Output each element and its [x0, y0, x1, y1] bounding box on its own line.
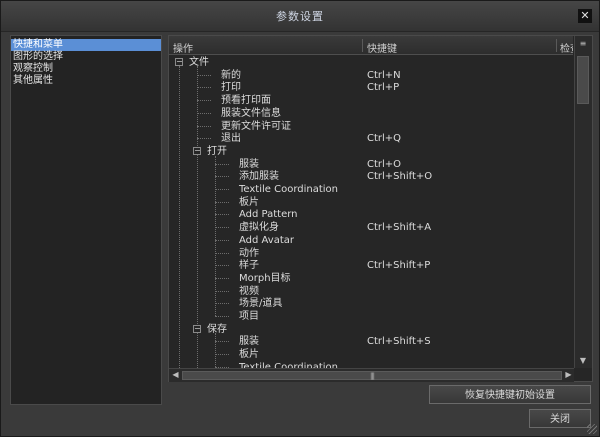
action-label: 项目	[239, 311, 259, 322]
table-row[interactable]: − 保存	[169, 323, 573, 336]
scroll-left-icon[interactable]: ◀	[171, 370, 180, 380]
table-row[interactable]: 新的 Ctrl+N	[169, 69, 573, 82]
table-row[interactable]: 动作	[169, 247, 573, 260]
action-label: Morph目标	[239, 272, 291, 284]
action-label: 退出	[221, 133, 241, 145]
table-row[interactable]: Morph目标	[169, 272, 573, 285]
dialog-title: 参数设置	[276, 10, 324, 23]
action-label: 添加服装	[239, 171, 279, 183]
preferences-dialog: 参数设置 ✕ 快捷和菜单图形的选择观察控制其他属性 操作 快捷键 检查 −文件新…	[0, 0, 600, 437]
table-row[interactable]: Add Pattern	[169, 208, 573, 221]
action-label: 新的	[221, 69, 241, 81]
table-row[interactable]: − 文件	[169, 56, 573, 69]
column-header-shortcut[interactable]: 快捷键	[367, 40, 397, 54]
action-label: 打开	[207, 145, 227, 157]
table-row[interactable]: 退出 Ctrl+Q	[169, 132, 573, 145]
action-label: 虚拟化身	[239, 222, 279, 234]
table-row[interactable]: 服装文件信息	[169, 107, 573, 120]
shortcut-table: 操作 快捷键 检查 −文件新的Ctrl+N打印Ctrl+P预看打印面服装文件信息…	[168, 35, 593, 382]
category-item[interactable]: 观察控制	[11, 63, 161, 75]
action-label: Add Pattern	[239, 209, 298, 221]
action-label: 更新文件许可证	[221, 120, 291, 132]
table-row[interactable]: Add Avatar	[169, 234, 573, 247]
scroll-grip-icon: |||	[369, 372, 375, 380]
shortcut-value[interactable]: Ctrl+Q	[367, 132, 401, 145]
shortcut-value[interactable]: Ctrl+Shift+P	[367, 259, 430, 272]
column-divider[interactable]	[556, 39, 557, 52]
close-button[interactable]: 关闭	[529, 409, 591, 428]
category-item[interactable]: 其他属性	[11, 75, 161, 87]
action-label: 场景/道具	[239, 298, 283, 310]
table-row[interactable]: Textile Coordination	[169, 183, 573, 196]
action-label: Textile Coordination	[239, 361, 339, 368]
table-row[interactable]: 更新文件许可证	[169, 120, 573, 133]
column-divider[interactable]	[362, 39, 363, 52]
scroll-down-icon[interactable]: ▼	[578, 356, 588, 366]
table-row[interactable]: 打印 Ctrl+P	[169, 81, 573, 94]
shortcut-value[interactable]: Ctrl+P	[367, 81, 399, 94]
shortcut-value[interactable]: Ctrl+O	[367, 158, 401, 171]
table-row[interactable]: Textile Coordination	[169, 361, 573, 368]
action-label: 视频	[239, 285, 259, 297]
shortcut-value[interactable]: Ctrl+Shift+S	[367, 335, 431, 348]
reset-shortcuts-button[interactable]: 恢复快捷键初始设置	[429, 385, 591, 404]
action-label: 保存	[207, 323, 227, 335]
action-label: 服装文件信息	[221, 107, 281, 119]
table-row[interactable]: − 打开	[169, 145, 573, 158]
title-bar[interactable]: 参数设置 ✕	[1, 1, 599, 32]
table-header: 操作 快捷键 检查	[169, 36, 573, 55]
collapse-icon[interactable]: −	[193, 324, 201, 333]
table-row[interactable]: 视频	[169, 285, 573, 298]
table-row[interactable]: 虚拟化身 Ctrl+Shift+A	[169, 221, 573, 234]
table-row[interactable]: 样子 Ctrl+Shift+P	[169, 259, 573, 272]
vertical-scrollbar[interactable]: ≡ ▼	[574, 36, 592, 368]
action-label: Textile Coordination	[239, 184, 339, 195]
action-label: 打印	[221, 82, 241, 94]
action-label: 动作	[239, 247, 259, 259]
category-list: 快捷和菜单 图形的选择 观察控制 其他属性	[10, 35, 162, 405]
shortcut-value[interactable]: Ctrl+Shift+A	[367, 221, 431, 234]
column-header-check[interactable]: 检查	[560, 40, 573, 54]
table-row[interactable]: 项目	[169, 310, 573, 323]
category-item[interactable]: 快捷和菜单	[11, 39, 161, 51]
close-icon[interactable]: ✕	[578, 9, 592, 23]
column-header-action[interactable]: 操作	[173, 40, 193, 54]
shortcut-value[interactable]: Ctrl+Shift+O	[367, 170, 432, 183]
action-label: 预看打印面	[221, 95, 271, 107]
vertical-scroll-thumb[interactable]	[577, 56, 589, 104]
shortcut-value[interactable]: Ctrl+N	[367, 69, 401, 82]
table-row[interactable]: 服装 Ctrl+Shift+S	[169, 335, 573, 348]
table-row[interactable]: 添加服装 Ctrl+Shift+O	[169, 170, 573, 183]
category-item[interactable]: 图形的选择	[11, 51, 161, 63]
table-body: − 文件 新的 Ctrl+N 打印 Ctrl+P 预看打印面 服装文件信息 更新文件许可证 退出 C…	[169, 56, 573, 368]
action-label: 服装	[239, 336, 259, 348]
action-label: 服装	[239, 158, 259, 170]
action-label: 板片	[239, 196, 259, 208]
action-label: 文件	[189, 57, 209, 68]
table-row[interactable]: 场景/道具	[169, 297, 573, 310]
scroll-right-icon[interactable]: ▶	[564, 370, 573, 380]
action-label: 板片	[239, 349, 259, 361]
collapse-icon[interactable]: −	[175, 58, 183, 66]
table-row[interactable]: 板片	[169, 348, 573, 361]
action-label: Add Avatar	[239, 234, 294, 246]
table-row[interactable]: 服装 Ctrl+O	[169, 158, 573, 171]
table-row[interactable]: 板片	[169, 196, 573, 209]
resize-grip-icon[interactable]	[587, 424, 597, 434]
table-row[interactable]: 预看打印面	[169, 94, 573, 107]
menu-icon[interactable]: ≡	[578, 39, 588, 49]
action-label: 样子	[239, 260, 259, 272]
horizontal-scroll-thumb[interactable]: |||	[182, 371, 562, 380]
collapse-icon[interactable]: −	[193, 146, 201, 155]
horizontal-scrollbar[interactable]: ◀ ||| ▶	[169, 368, 574, 382]
